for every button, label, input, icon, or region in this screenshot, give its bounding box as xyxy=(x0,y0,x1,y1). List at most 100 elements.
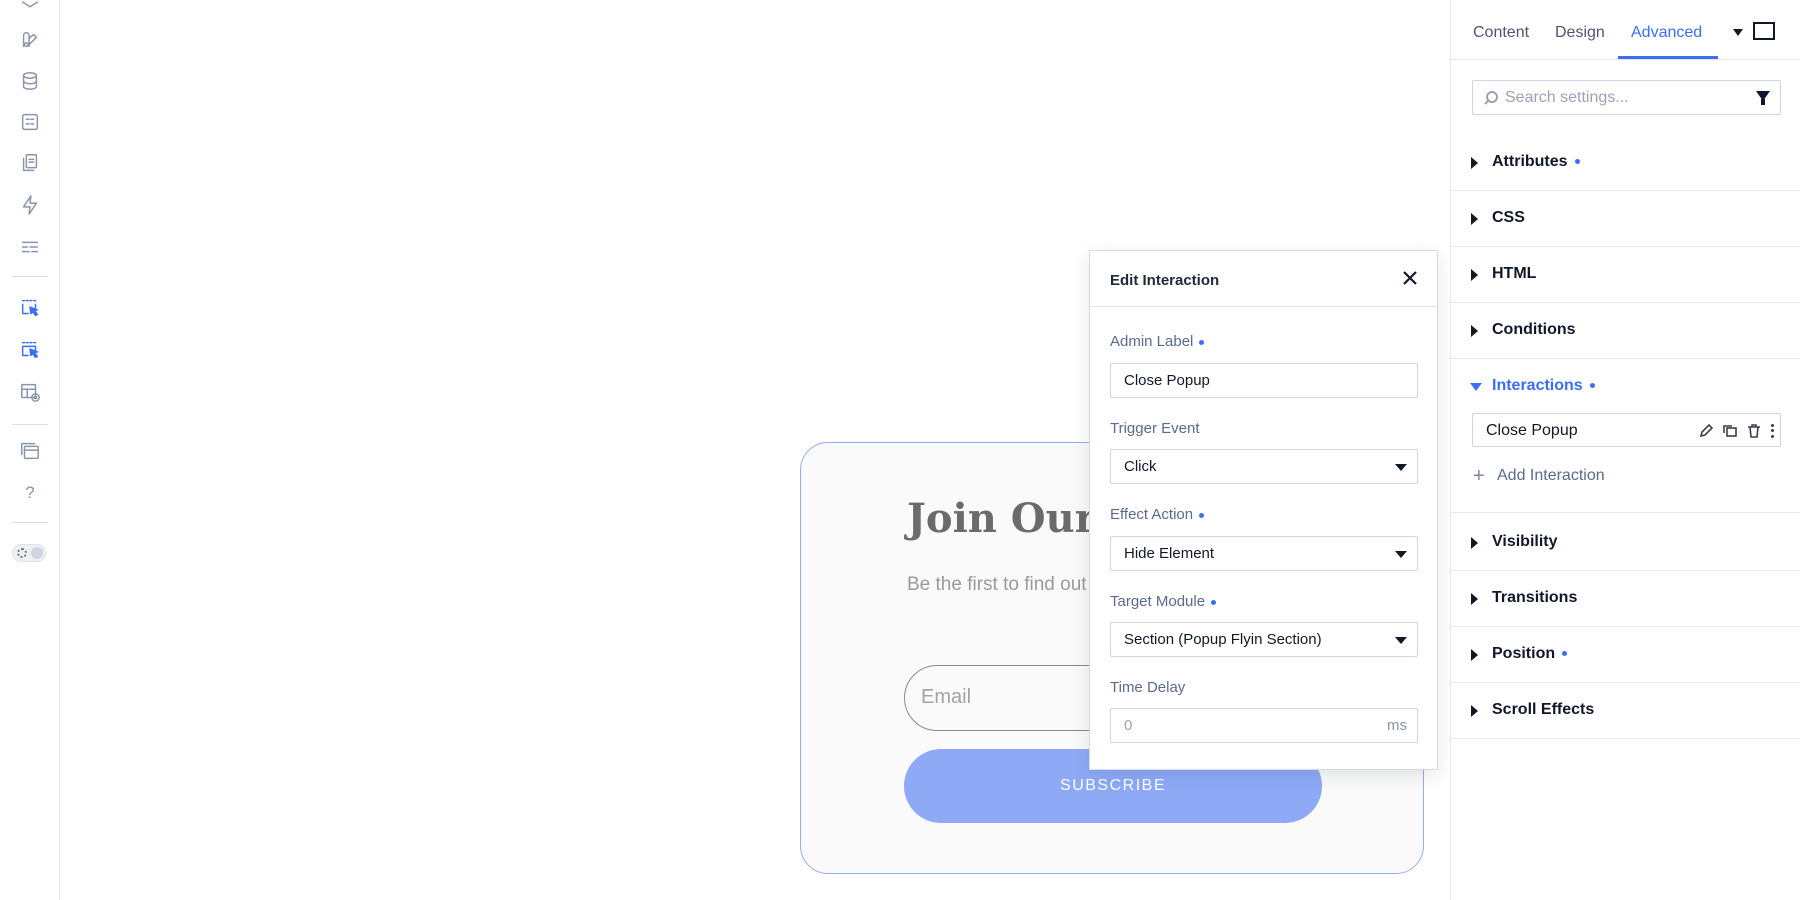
tab-design[interactable]: Design xyxy=(1555,24,1605,42)
search-input[interactable] xyxy=(1505,87,1735,109)
rail-divider xyxy=(12,276,48,277)
chevron-right-icon xyxy=(1471,213,1478,225)
settings-tabs: Content Design Advanced xyxy=(1451,0,1800,60)
chevron-down-icon[interactable] xyxy=(1733,29,1743,36)
section-label: Interactions xyxy=(1492,377,1595,395)
field-label-text: Target Module xyxy=(1110,593,1206,610)
chevron-right-icon xyxy=(1471,593,1478,605)
theme-toggle-icon[interactable] xyxy=(12,544,46,562)
tab-content[interactable]: Content xyxy=(1473,24,1529,42)
time-delay-input[interactable]: 0 ms xyxy=(1110,708,1418,743)
section-scroll-effects[interactable]: Scroll Effects xyxy=(1451,683,1800,739)
target-module-select[interactable]: Section (Popup Flyin Section) xyxy=(1110,622,1418,657)
edit-interaction-modal: Edit Interaction Admin Label Close Popup… xyxy=(1089,250,1438,770)
section-conditions[interactable]: Conditions xyxy=(1451,303,1800,359)
admin-label-label: Admin Label xyxy=(1110,333,1205,350)
sections-icon[interactable] xyxy=(18,235,42,259)
modified-dot xyxy=(1574,159,1580,165)
brush-icon[interactable] xyxy=(18,28,42,52)
trigger-event-value: Click xyxy=(1124,458,1157,475)
interaction-item[interactable]: Close Popup xyxy=(1472,413,1781,447)
trigger-event-label: Trigger Event xyxy=(1110,420,1200,437)
chevron-right-icon xyxy=(1471,269,1478,281)
interaction-item-label: Close Popup xyxy=(1486,422,1578,439)
chevron-right-icon xyxy=(1471,705,1478,717)
panel-expand-icon[interactable] xyxy=(1753,22,1775,40)
toggle-knob xyxy=(31,547,43,559)
modal-title: Edit Interaction xyxy=(1110,272,1220,289)
help-glyph: ? xyxy=(25,483,35,502)
rail-divider xyxy=(12,522,48,523)
pencil-icon[interactable] xyxy=(1698,423,1714,439)
time-delay-value: 0 xyxy=(1124,717,1133,734)
section-label: Attributes xyxy=(1492,153,1580,171)
section-label: Scroll Effects xyxy=(1492,701,1595,718)
add-interaction-button[interactable]: + Add Interaction xyxy=(1473,465,1605,488)
chevron-right-icon xyxy=(1471,157,1478,169)
settings-panel: Content Design Advanced Attributes CSS H… xyxy=(1450,0,1800,900)
section-label-text: Position xyxy=(1492,645,1556,662)
search-icon xyxy=(1483,90,1499,106)
email-placeholder: Email xyxy=(921,686,972,708)
section-label: Position xyxy=(1492,645,1568,663)
database-icon[interactable] xyxy=(18,69,42,93)
target-module-label: Target Module xyxy=(1110,593,1217,610)
section-transitions[interactable]: Transitions xyxy=(1451,571,1800,627)
time-delay-label: Time Delay xyxy=(1110,679,1186,696)
search-settings xyxy=(1472,80,1781,115)
chevron-down-icon xyxy=(1395,464,1407,471)
interaction-click-icon[interactable] xyxy=(18,296,42,320)
tab-advanced[interactable]: Advanced xyxy=(1631,24,1702,42)
section-label-text: Interactions xyxy=(1492,377,1583,394)
section-attributes[interactable]: Attributes xyxy=(1451,135,1800,191)
field-label-text: Effect Action xyxy=(1110,506,1194,523)
add-interaction-label: Add Interaction xyxy=(1497,467,1605,484)
close-icon[interactable] xyxy=(1401,269,1419,287)
chevron-right-icon xyxy=(1471,537,1478,549)
plus-icon: + xyxy=(1473,465,1485,487)
modal-header: Edit Interaction xyxy=(1090,251,1437,307)
library-icon[interactable] xyxy=(18,439,42,463)
duplicate-icon[interactable] xyxy=(1722,423,1738,439)
trash-icon[interactable] xyxy=(1746,423,1762,439)
section-label: HTML xyxy=(1492,265,1537,282)
effect-action-select[interactable]: Hide Element xyxy=(1110,536,1418,571)
section-css[interactable]: CSS xyxy=(1451,191,1800,247)
pages-icon[interactable] xyxy=(18,151,42,175)
help-icon[interactable]: ? xyxy=(18,481,42,505)
chevron-down-icon xyxy=(1470,383,1482,391)
form-icon[interactable] xyxy=(18,110,42,134)
modified-dot xyxy=(1199,339,1205,345)
admin-label-input[interactable]: Close Popup xyxy=(1110,363,1418,398)
section-label: Visibility xyxy=(1492,533,1558,550)
sun-icon xyxy=(17,548,27,558)
interaction-hover-icon[interactable] xyxy=(18,338,42,362)
modified-dot xyxy=(1589,383,1595,389)
field-label-text: Admin Label xyxy=(1110,333,1194,350)
active-tab-indicator xyxy=(1618,56,1718,59)
more-options-icon[interactable] xyxy=(1770,423,1774,439)
popup-title: Join Our xyxy=(907,495,1096,542)
filter-icon[interactable] xyxy=(1756,91,1770,105)
template-view-icon[interactable] xyxy=(18,380,42,404)
builder-root: ? Join Our Be the first to find out new … xyxy=(0,0,1800,900)
chevron-right-icon xyxy=(1471,649,1478,661)
time-delay-unit: ms xyxy=(1387,717,1407,734)
section-interactions[interactable]: Interactions Close Popup + Add Interactio… xyxy=(1451,359,1800,513)
section-html[interactable]: HTML xyxy=(1451,247,1800,303)
section-position[interactable]: Position xyxy=(1451,627,1800,683)
section-visibility[interactable]: Visibility xyxy=(1451,515,1800,571)
chevron-down-icon xyxy=(1395,551,1407,558)
effect-action-value: Hide Element xyxy=(1124,545,1215,562)
target-module-value: Section (Popup Flyin Section) xyxy=(1124,631,1322,648)
trigger-event-select[interactable]: Click xyxy=(1110,449,1418,484)
interaction-item-actions xyxy=(1698,423,1774,439)
section-label: Conditions xyxy=(1492,321,1576,338)
section-label-text: Attributes xyxy=(1492,153,1568,170)
layers-icon[interactable] xyxy=(18,0,42,16)
bolt-icon[interactable] xyxy=(18,193,42,217)
modified-dot xyxy=(1211,599,1217,605)
modified-dot xyxy=(1562,651,1568,657)
rail-divider xyxy=(12,424,48,425)
effect-action-label: Effect Action xyxy=(1110,506,1205,523)
